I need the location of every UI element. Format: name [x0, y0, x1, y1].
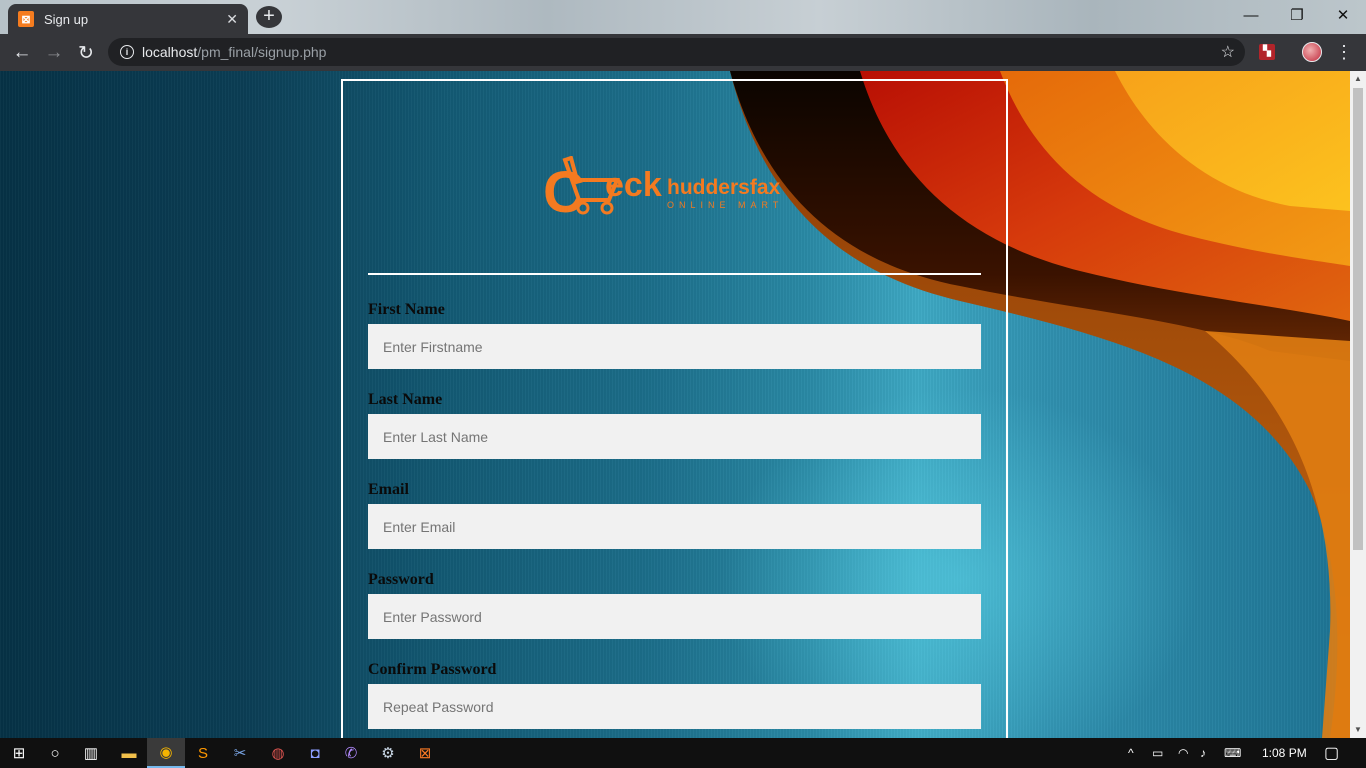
minimize-button[interactable]: —: [1228, 0, 1274, 30]
logo-eck-text: eck: [605, 166, 662, 204]
cart-wheel-right: [600, 201, 614, 215]
forward-arrow-icon[interactable]: →: [40, 39, 68, 67]
restore-button[interactable]: ❐: [1274, 0, 1320, 30]
file-explorer-icon[interactable]: ▬: [110, 738, 148, 768]
filezilla-icon[interactable]: ◍: [259, 738, 297, 768]
xampp-icon: ⊠: [18, 11, 34, 27]
extension-icon[interactable]: ▚: [1259, 44, 1275, 60]
scroll-down-icon[interactable]: ▼: [1350, 722, 1366, 738]
keyboard-icon[interactable]: ⌨: [1224, 738, 1241, 768]
snipping-tool-icon[interactable]: ✂: [221, 738, 259, 768]
tab-strip: ⊠ Sign up ✕ + — ❐ ✕: [0, 0, 1366, 34]
browser-tab[interactable]: ⊠ Sign up ✕: [8, 4, 248, 34]
bookmark-star-icon[interactable]: ☆: [1221, 42, 1235, 62]
menu-kebab-icon[interactable]: ⋮: [1334, 40, 1354, 64]
password-label: Password: [368, 571, 434, 588]
first-name-label: First Name: [368, 301, 445, 318]
task-view-icon[interactable]: ▥: [72, 738, 110, 768]
scroll-up-icon[interactable]: ▲: [1350, 71, 1366, 87]
cortana-icon[interactable]: ○: [36, 738, 74, 768]
confirm-password-input[interactable]: [368, 684, 981, 729]
confirm-password-label: Confirm Password: [368, 661, 497, 678]
steam-icon[interactable]: ⚙: [369, 738, 407, 768]
volume-icon[interactable]: ♪: [1200, 738, 1206, 768]
chrome-icon[interactable]: ◉: [147, 738, 185, 768]
xampp-icon[interactable]: ⊠: [406, 738, 444, 768]
address-bar[interactable]: i localhost/pm_final/signup.php ☆: [108, 38, 1245, 66]
notifications-icon[interactable]: ▢: [1324, 738, 1339, 768]
logo-divider: [368, 273, 981, 275]
first-name-input[interactable]: [368, 324, 981, 369]
page-viewport: C eck huddersfax ONLINE MART First Name …: [0, 71, 1350, 738]
back-arrow-icon[interactable]: ←: [8, 39, 36, 67]
profile-avatar[interactable]: [1302, 42, 1322, 62]
clock[interactable]: 1:08 PM: [1262, 738, 1307, 768]
battery-icon[interactable]: ▭: [1152, 738, 1163, 768]
tray-chevron-icon[interactable]: ^: [1128, 738, 1134, 768]
email-input[interactable]: [368, 504, 981, 549]
windows-taskbar: ⊞ ○ ▥ ▬ ◉ S ✂ ◍ ◘ ✆ ⚙ ⊠ ^ ▭ ◠ ♪ ⌨ 1:08 P…: [0, 738, 1366, 768]
password-input[interactable]: [368, 594, 981, 639]
last-name-input[interactable]: [368, 414, 981, 459]
tab-title: Sign up: [44, 11, 89, 27]
viber-icon[interactable]: ✆: [332, 738, 370, 768]
scrollbar-thumb[interactable]: [1353, 88, 1363, 550]
signup-panel: C eck huddersfax ONLINE MART First Name …: [341, 79, 1008, 738]
discord-icon[interactable]: ◘: [296, 738, 334, 768]
url-host: localhost: [142, 44, 198, 60]
reload-icon[interactable]: ↻: [72, 39, 100, 67]
windows-start-icon[interactable]: ⊞: [0, 738, 38, 768]
email-label: Email: [368, 481, 409, 498]
tab-close-icon[interactable]: ✕: [226, 11, 238, 28]
logo-letter-c: C: [543, 160, 585, 225]
brand-logo: C eck huddersfax ONLINE MART: [543, 156, 783, 225]
url-path: /pm_final/signup.php: [197, 44, 327, 60]
new-tab-button[interactable]: +: [256, 6, 282, 28]
page-scrollbar[interactable]: ▲ ▼: [1350, 71, 1366, 738]
sublime-text-icon[interactable]: S: [184, 738, 222, 768]
logo-tagline: ONLINE MART: [667, 200, 783, 210]
wifi-icon[interactable]: ◠: [1178, 738, 1188, 768]
close-window-button[interactable]: ✕: [1320, 0, 1366, 30]
info-icon[interactable]: i: [120, 45, 134, 59]
browser-toolbar: ← → ↻ i localhost/pm_final/signup.php ☆: [0, 34, 1366, 71]
logo-huddersfax-text: huddersfax: [667, 176, 781, 199]
last-name-label: Last Name: [368, 391, 443, 408]
